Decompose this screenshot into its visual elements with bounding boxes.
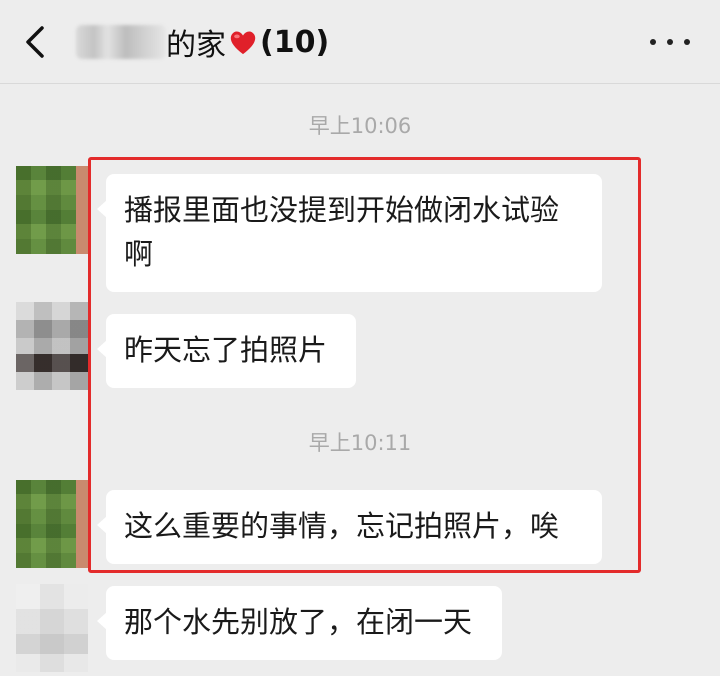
chat-window: 的家 (10) 早上10:06 播报里面也没提到开始做闭水试验 啊 昨天忘了拍照…: [0, 0, 720, 676]
message-bubble[interactable]: 这么重要的事情，忘记拍照片，唉: [97, 490, 602, 564]
avatar[interactable]: [16, 166, 88, 254]
chat-title-text: 的家: [166, 28, 226, 63]
message-bubble[interactable]: 昨天忘了拍照片: [97, 314, 356, 388]
timestamp: 早上10:06: [308, 114, 412, 138]
chat-title[interactable]: 的家 (10): [76, 18, 329, 66]
message-text: 那个水先别放了，在闭一天: [124, 605, 473, 639]
avatar[interactable]: [16, 302, 88, 390]
more-button[interactable]: [650, 30, 690, 54]
message-text: 啊: [124, 237, 154, 271]
more-dots-icon: [650, 39, 656, 45]
member-count: (10): [260, 24, 330, 60]
blurred-name: [76, 25, 166, 59]
chat-header: 的家 (10): [0, 0, 720, 84]
message-text: 播报里面也没提到开始做闭水试验: [124, 193, 560, 227]
avatar[interactable]: [16, 584, 88, 672]
message-text: 这么重要的事情，忘记拍照片，唉: [124, 509, 560, 543]
message-bubble[interactable]: 那个水先别放了，在闭一天: [97, 586, 502, 660]
timestamp: 早上10:11: [308, 431, 412, 455]
back-button[interactable]: [18, 22, 54, 62]
heart-icon: [230, 31, 256, 55]
message-text: 昨天忘了拍照片: [124, 333, 328, 367]
chevron-left-icon: [26, 26, 44, 58]
avatar[interactable]: [16, 480, 88, 568]
message-bubble[interactable]: 播报里面也没提到开始做闭水试验 啊: [97, 174, 602, 292]
